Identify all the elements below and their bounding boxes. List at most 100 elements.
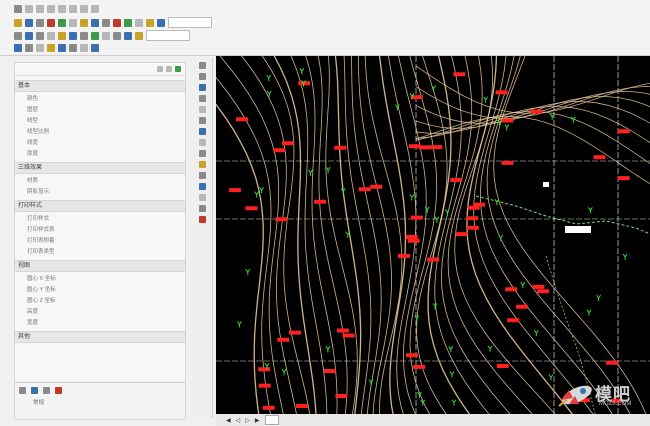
- property-row[interactable]: 线型比例: [15, 125, 185, 136]
- property-row[interactable]: 打印表附着: [15, 234, 185, 245]
- section-header[interactable]: 基本: [15, 80, 185, 92]
- table-icon[interactable]: [135, 18, 143, 27]
- check-icon[interactable]: [55, 387, 62, 394]
- nav-first-icon[interactable]: ◀: [226, 417, 231, 424]
- property-row[interactable]: 材质: [15, 174, 185, 185]
- hatch-icon[interactable]: [80, 18, 88, 27]
- text-icon[interactable]: [91, 18, 99, 27]
- spline-tool-icon[interactable]: [199, 128, 206, 135]
- layer-combo[interactable]: [168, 17, 212, 28]
- nav-last-icon[interactable]: ▶: [255, 417, 260, 424]
- ellipse-tool-icon[interactable]: [199, 139, 206, 146]
- survey-marker-icon: [448, 346, 454, 353]
- grip-point[interactable]: [543, 182, 549, 187]
- dimension-icon[interactable]: [102, 18, 110, 27]
- style-combo[interactable]: [146, 30, 190, 41]
- array-icon[interactable]: [102, 31, 110, 40]
- menu-item-icon[interactable]: [36, 4, 44, 13]
- elevation-label: [314, 199, 327, 204]
- property-row[interactable]: 宽度: [15, 316, 185, 327]
- zoom-icon[interactable]: [69, 43, 77, 52]
- redo-icon[interactable]: [58, 43, 66, 52]
- property-row[interactable]: 线宽: [15, 136, 185, 147]
- property-row[interactable]: 厚度: [15, 147, 185, 158]
- open-icon[interactable]: [14, 43, 22, 52]
- save-icon[interactable]: [25, 43, 33, 52]
- draw-icon[interactable]: [14, 18, 22, 27]
- section-header[interactable]: 打印样式: [15, 200, 185, 212]
- text-tool-icon[interactable]: [199, 183, 206, 190]
- line-tool-icon[interactable]: [199, 62, 206, 69]
- quick-select-icon[interactable]: [157, 66, 163, 72]
- measure-icon[interactable]: [146, 18, 154, 27]
- circle-icon[interactable]: [47, 18, 55, 27]
- property-row[interactable]: 圆心 Y 坐标: [15, 283, 185, 294]
- menu-item-icon[interactable]: [25, 4, 33, 13]
- menu-item-icon[interactable]: [91, 4, 99, 13]
- copy-icon[interactable]: [25, 31, 33, 40]
- rect-tool-icon[interactable]: [199, 106, 206, 113]
- polygon-tool-icon[interactable]: [199, 117, 206, 124]
- insert-icon[interactable]: [124, 18, 132, 27]
- tool-icon[interactable]: [19, 387, 26, 394]
- region-tool-icon[interactable]: [199, 172, 206, 179]
- arc-icon[interactable]: [58, 18, 66, 27]
- section-header[interactable]: 视图: [15, 260, 185, 272]
- property-row[interactable]: 颜色: [15, 92, 185, 103]
- offset-icon[interactable]: [69, 31, 77, 40]
- property-row[interactable]: 打印表类型: [15, 245, 185, 256]
- explode-icon[interactable]: [124, 31, 132, 40]
- print-icon[interactable]: [36, 43, 44, 52]
- property-row[interactable]: 图层: [15, 103, 185, 114]
- erase-icon[interactable]: [135, 31, 143, 40]
- property-row[interactable]: 打印样式表: [15, 223, 185, 234]
- property-row[interactable]: 打印样式: [15, 212, 185, 223]
- section-header[interactable]: 其他: [15, 331, 185, 343]
- property-row[interactable]: 线型: [15, 114, 185, 125]
- move-icon[interactable]: [14, 31, 22, 40]
- point-tool-icon[interactable]: [199, 150, 206, 157]
- rotate-icon[interactable]: [36, 31, 44, 40]
- drawing-canvas[interactable]: [216, 56, 650, 418]
- table-tool-icon[interactable]: [199, 216, 206, 223]
- fillet-icon[interactable]: [113, 31, 121, 40]
- elevation-label: [455, 232, 468, 237]
- trim-icon[interactable]: [80, 31, 88, 40]
- pan-icon[interactable]: [80, 43, 88, 52]
- model-tab[interactable]: [264, 415, 279, 425]
- arc-tool-icon[interactable]: [199, 95, 206, 102]
- survey-marker-icon: [504, 124, 510, 131]
- property-row[interactable]: 圆心 X 坐标: [15, 272, 185, 283]
- menu-item-icon[interactable]: [80, 4, 88, 13]
- scale-icon[interactable]: [47, 31, 55, 40]
- mirror-icon[interactable]: [58, 31, 66, 40]
- polyline-icon[interactable]: [36, 18, 44, 27]
- polyline-tool-icon[interactable]: [199, 73, 206, 80]
- nav-prev-icon[interactable]: ◁: [236, 417, 241, 424]
- menu-item-icon[interactable]: [58, 4, 66, 13]
- circle-tool-icon[interactable]: [199, 84, 206, 91]
- block-tool-icon[interactable]: [199, 205, 206, 212]
- tool-icon[interactable]: [31, 387, 38, 394]
- undo-icon[interactable]: [47, 43, 55, 52]
- hatch-tool-icon[interactable]: [199, 161, 206, 168]
- section-header[interactable]: 三维效果: [15, 162, 185, 174]
- extend-icon[interactable]: [91, 31, 99, 40]
- property-row[interactable]: 阴影显示: [15, 185, 185, 196]
- app-menu-icon[interactable]: [14, 4, 22, 13]
- layer-icon[interactable]: [157, 18, 165, 27]
- tool-icon[interactable]: [43, 387, 50, 394]
- menu-item-icon[interactable]: [69, 4, 77, 13]
- download-icon[interactable]: [91, 43, 99, 52]
- rect-icon[interactable]: [69, 18, 77, 27]
- line-icon[interactable]: [25, 18, 33, 27]
- pickadd-icon[interactable]: [175, 66, 181, 72]
- mtext-tool-icon[interactable]: [199, 194, 206, 201]
- menu-item-icon[interactable]: [47, 4, 55, 13]
- block-icon[interactable]: [113, 18, 121, 27]
- selected-text-box[interactable]: [565, 226, 591, 233]
- nav-next-icon[interactable]: ▷: [245, 417, 250, 424]
- property-row[interactable]: 圆心 Z 坐标: [15, 294, 185, 305]
- property-row[interactable]: 高度: [15, 305, 185, 316]
- select-objects-icon[interactable]: [166, 66, 172, 72]
